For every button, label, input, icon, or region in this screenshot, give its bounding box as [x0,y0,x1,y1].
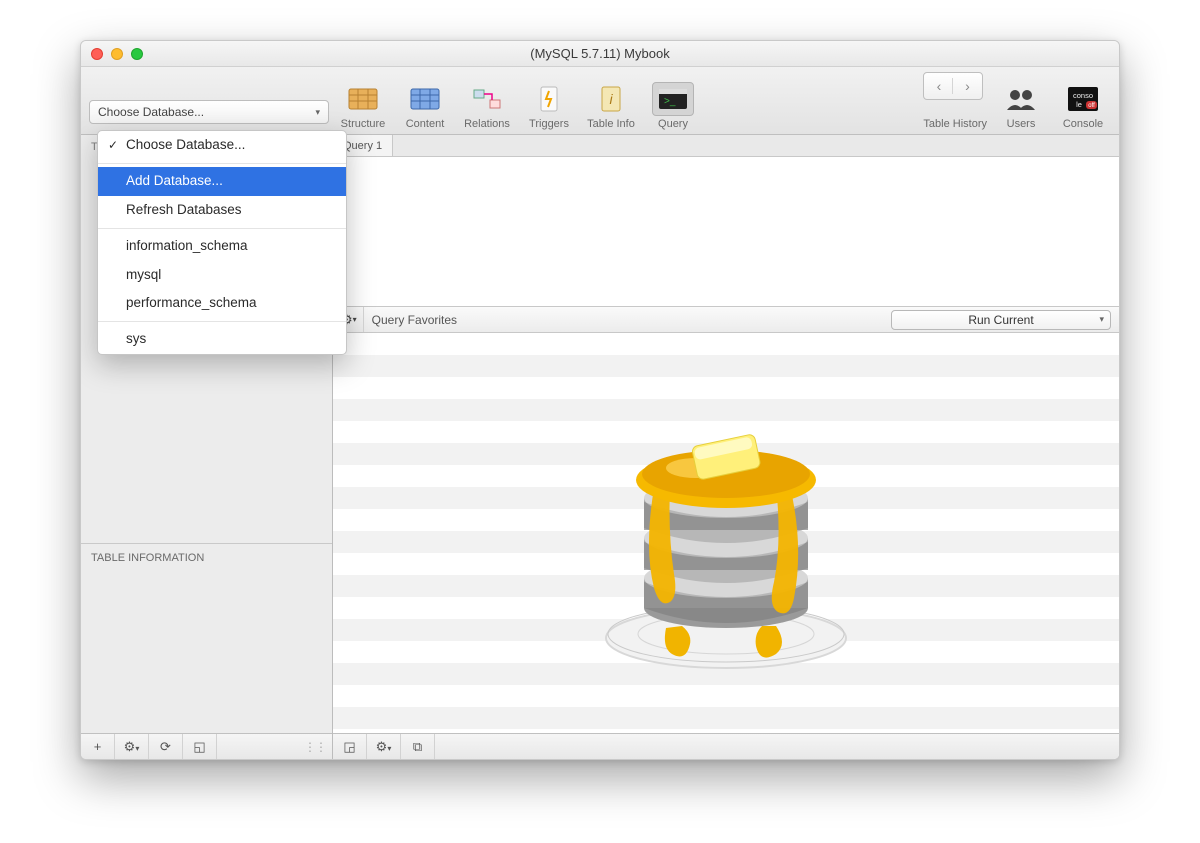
add-button[interactable]: + [81,734,115,759]
toolbar-table-info[interactable]: i Table Info [583,82,639,130]
footer-expand-button[interactable]: ◲ [333,734,367,759]
run-query-button[interactable]: Run Current [891,310,1111,330]
sidebar-action-menu[interactable]: ⚙︎▾ [115,734,149,759]
query-icon: >_ [658,87,688,111]
dropdown-db-item[interactable]: sys [98,325,346,354]
copy-icon: ⧉ [413,739,422,755]
toolbar-query[interactable]: >_ Query [645,82,701,130]
database-select-label: Choose Database... [98,105,204,119]
triggers-icon [539,86,559,112]
footer-copy-button[interactable]: ⧉ [401,734,435,759]
toolbar-relations[interactable]: Relations [459,82,515,130]
toolbar-table-history-label: Table History [923,118,987,130]
results-area [333,333,1119,733]
query-editor[interactable] [333,157,1119,307]
query-tabbar: Query 1 [333,135,1119,157]
toggle-panel-button[interactable]: ◱ [183,734,217,759]
toolbar: Choose Database... ▾ Choose Database... … [81,67,1119,135]
users-icon [1005,86,1037,112]
footer-gear-menu[interactable]: ⚙︎▾ [367,734,401,759]
svg-text:off: off [1088,103,1095,109]
refresh-icon: ⟳ [160,739,171,755]
chevron-down-icon: ▾ [315,107,320,118]
toolbar-users[interactable]: Users [993,82,1049,130]
main-footer: ◲ ⚙︎▾ ⧉ [333,733,1119,759]
main-panel: Query 1 ⚙︎▾ Query Favorites Run Current [333,135,1119,759]
svg-text:>_: >_ [664,96,676,107]
dropdown-refresh-databases[interactable]: Refresh Databases [98,196,346,225]
dropdown-choose-database[interactable]: Choose Database... [98,131,346,160]
run-query-label: Run Current [968,313,1033,327]
query-toolbar: ⚙︎▾ Query Favorites Run Current [333,307,1119,333]
refresh-button[interactable]: ⟳ [149,734,183,759]
database-select[interactable]: Choose Database... ▾ [89,100,329,124]
pancake-icon [576,378,876,688]
table-information-label: TABLE INFORMATION [91,552,204,564]
gear-icon: ⚙︎▾ [376,739,392,755]
table-history-nav[interactable]: ‹ › [923,72,983,100]
app-logo [333,333,1119,733]
history-back-icon[interactable]: ‹ [925,78,953,94]
dropdown-add-database[interactable]: Add Database... [98,167,346,196]
traffic-lights [91,48,143,60]
info-icon: i [600,86,622,112]
svg-text:conso: conso [1073,91,1093,100]
plus-icon: + [94,739,102,754]
minimize-window-button[interactable] [111,48,123,60]
relations-icon [472,87,502,111]
sidebar-footer: + ⚙︎▾ ⟳ ◱ ⋮⋮ [81,733,332,759]
query-favorites-label[interactable]: Query Favorites [372,313,457,327]
dropdown-db-item[interactable]: information_schema [98,232,346,261]
close-window-button[interactable] [91,48,103,60]
toolbar-triggers[interactable]: Triggers [521,82,577,130]
window-title: (MySQL 5.7.11) Mybook [81,46,1119,61]
expand-icon: ◲ [343,739,355,755]
toolbar-structure[interactable]: Structure [335,82,391,130]
content-icon [410,87,440,111]
svg-text:le: le [1076,100,1082,109]
history-forward-icon[interactable]: › [953,78,981,94]
resize-grip[interactable]: ⋮⋮ [298,740,332,754]
dropdown-db-item[interactable]: mysql [98,261,346,290]
toolbar-console[interactable]: consoleoff Console [1055,82,1111,130]
dropdown-db-item[interactable]: performance_schema [98,289,346,318]
titlebar: (MySQL 5.7.11) Mybook [81,41,1119,67]
app-window: (MySQL 5.7.11) Mybook Choose Database...… [80,40,1120,760]
panel-icon: ◱ [193,739,205,755]
table-information-panel: TABLE INFORMATION [81,543,332,733]
console-icon: consoleoff [1067,86,1099,112]
gear-icon: ⚙︎▾ [124,739,140,755]
structure-icon [348,87,378,111]
toolbar-content[interactable]: Content [397,82,453,130]
maximize-window-button[interactable] [131,48,143,60]
database-dropdown: Choose Database... Add Database... Refre… [97,130,347,355]
